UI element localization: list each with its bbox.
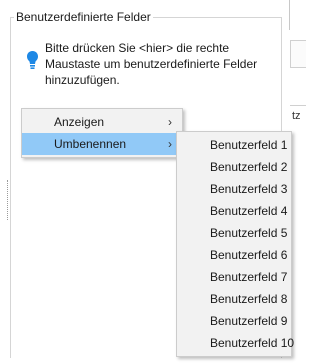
- submenu-item-benutzerfeld-8[interactable]: Benutzerfeld 8: [177, 288, 291, 310]
- menu-item-umbenennen[interactable]: Umbenennen ›: [22, 133, 182, 155]
- submenu-item-benutzerfeld-4[interactable]: Benutzerfeld 4: [177, 200, 291, 222]
- menu-item-anzeigen[interactable]: Anzeigen ›: [22, 111, 182, 133]
- adjacent-divider: [290, 105, 306, 106]
- rename-submenu: Benutzerfeld 1 Benutzerfeld 2 Benutzerfe…: [176, 131, 294, 357]
- menu-item-label: Anzeigen: [54, 115, 105, 129]
- submenu-item-benutzerfeld-9[interactable]: Benutzerfeld 9: [177, 310, 291, 332]
- window-edge: [289, 0, 290, 30]
- submenu-item-benutzerfeld-3[interactable]: Benutzerfeld 3: [177, 178, 291, 200]
- chevron-right-icon: ›: [168, 115, 172, 129]
- dialog-canvas: tz Benutzerdefinierte Felder Bitte drück…: [0, 0, 306, 363]
- submenu-item-benutzerfeld-5[interactable]: Benutzerfeld 5: [177, 222, 291, 244]
- submenu-item-benutzerfeld-10[interactable]: Benutzerfeld 10: [177, 332, 294, 354]
- lightbulb-icon: [26, 50, 39, 72]
- submenu-item-benutzerfeld-1[interactable]: Benutzerfeld 1: [177, 134, 291, 156]
- context-menu: Anzeigen › Umbenennen ›: [21, 108, 183, 158]
- menu-item-label: Umbenennen: [54, 137, 127, 151]
- splitter-handle[interactable]: [7, 180, 8, 220]
- adjacent-panel: [290, 40, 306, 68]
- chevron-right-icon: ›: [168, 137, 172, 151]
- groupbox-title: Benutzerdefinierte Felder: [14, 9, 153, 25]
- hint-text: Bitte drücken Sie <hier> die rechte Maus…: [45, 41, 258, 87]
- adjacent-panel-label: tz: [292, 110, 301, 122]
- submenu-item-benutzerfeld-6[interactable]: Benutzerfeld 6: [177, 244, 291, 266]
- custom-fields-hint[interactable]: Bitte drücken Sie <hier> die rechte Maus…: [26, 40, 280, 88]
- submenu-item-benutzerfeld-7[interactable]: Benutzerfeld 7: [177, 266, 291, 288]
- submenu-item-benutzerfeld-2[interactable]: Benutzerfeld 2: [177, 156, 291, 178]
